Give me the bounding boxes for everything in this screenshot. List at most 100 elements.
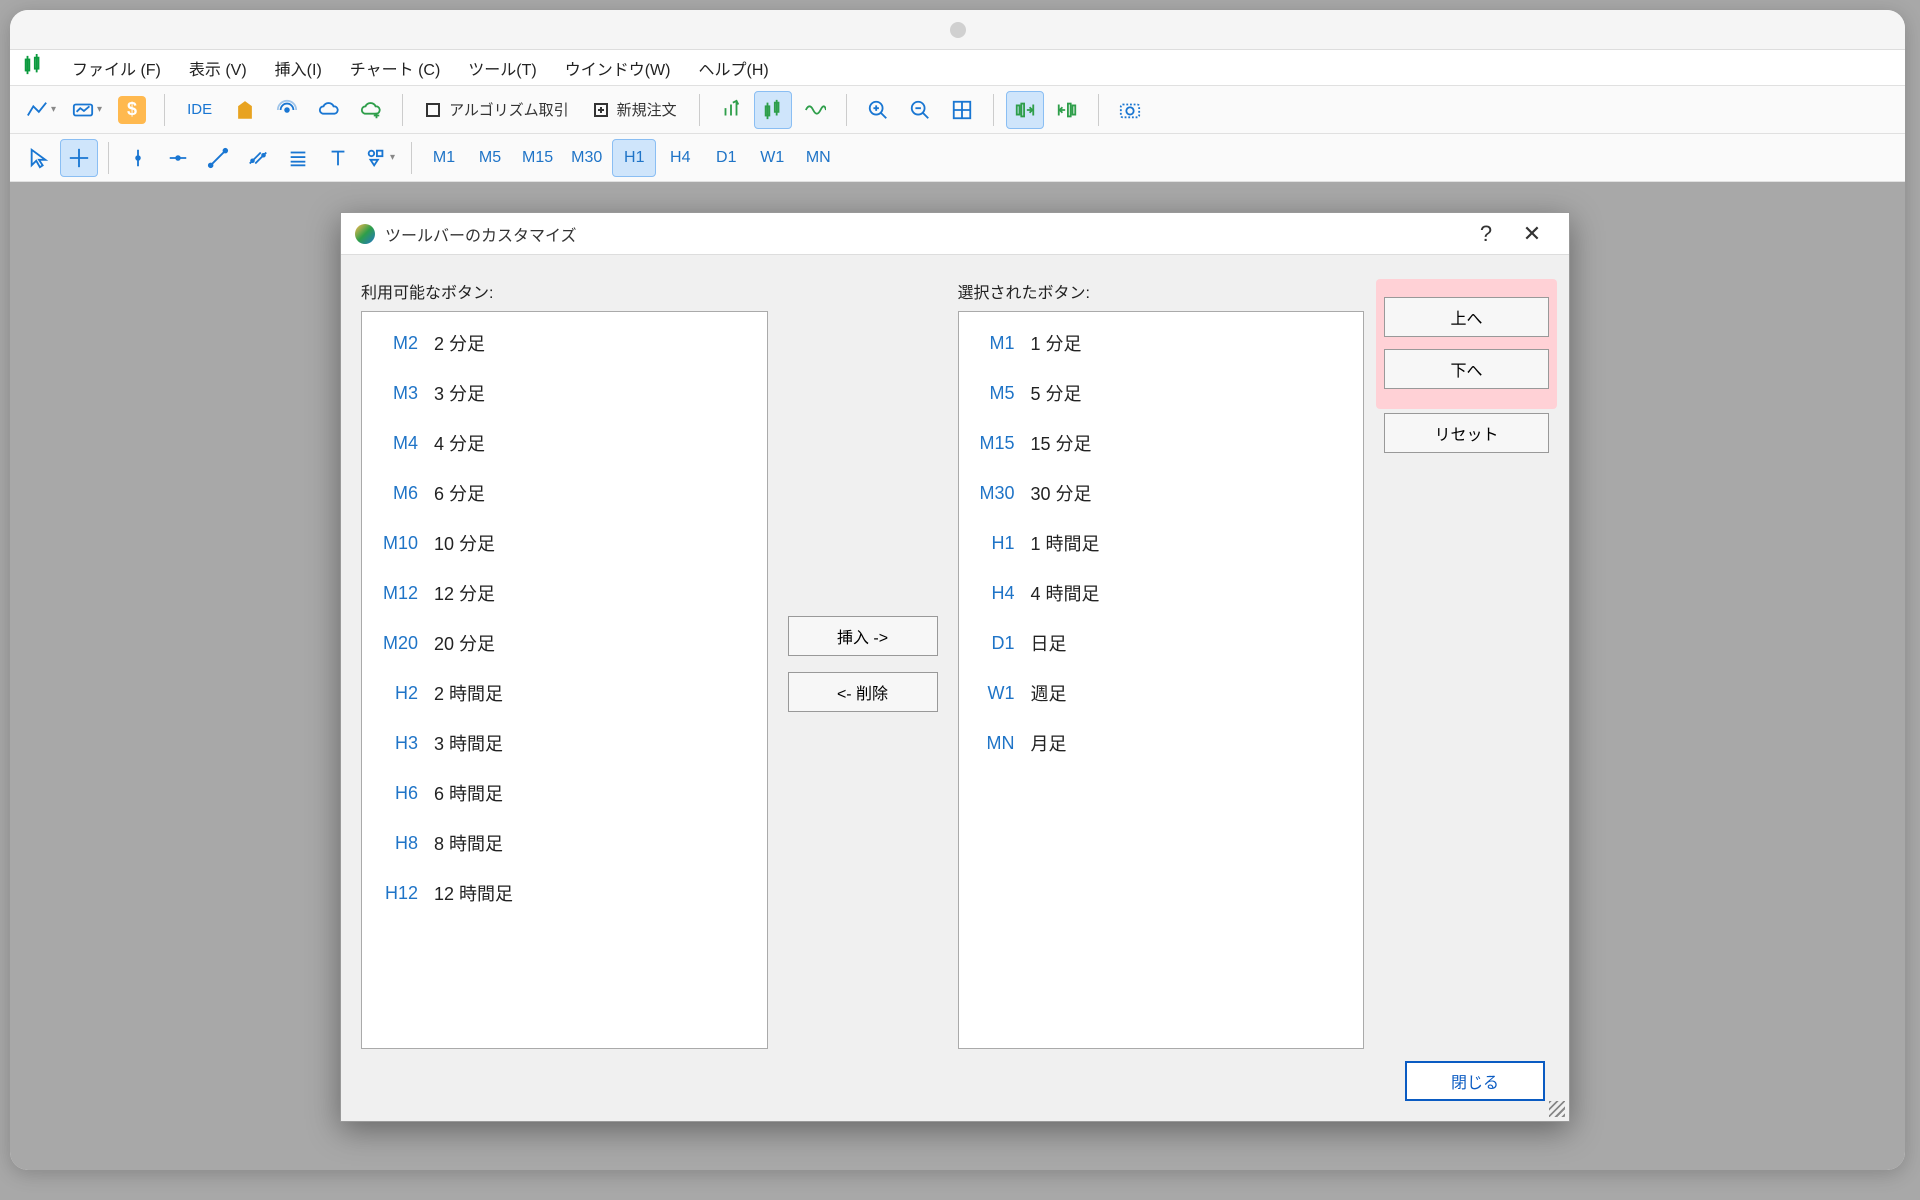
remove-button[interactable]: <- 削除 bbox=[788, 672, 938, 712]
ide-button[interactable]: IDE bbox=[177, 91, 222, 129]
help-button[interactable]: ? bbox=[1463, 213, 1509, 255]
item-label: 日足 bbox=[1031, 630, 1067, 656]
signal-icon[interactable] bbox=[268, 91, 306, 129]
list-item[interactable]: M2020 分足 bbox=[362, 618, 767, 668]
timeframe-m15[interactable]: M15 bbox=[514, 139, 561, 177]
list-item[interactable]: M33 分足 bbox=[362, 368, 767, 418]
timeframe-h4[interactable]: H4 bbox=[658, 139, 702, 177]
line-chart-dropdown[interactable]: ▾ bbox=[20, 91, 62, 129]
zoom-in-icon[interactable] bbox=[859, 91, 897, 129]
menu-insert[interactable]: 挿入(I) bbox=[275, 56, 322, 80]
cursor-icon[interactable] bbox=[20, 139, 58, 177]
item-code: MN bbox=[971, 733, 1019, 754]
insert-button[interactable]: 挿入 -> bbox=[788, 616, 938, 656]
channel-icon[interactable] bbox=[239, 139, 277, 177]
trendline-icon[interactable] bbox=[199, 139, 237, 177]
list-item[interactable]: M1010 分足 bbox=[362, 518, 767, 568]
item-code: M5 bbox=[971, 383, 1019, 404]
cloud-icon[interactable] bbox=[310, 91, 348, 129]
close-button[interactable]: 閉じる bbox=[1405, 1061, 1545, 1101]
close-icon[interactable]: ✕ bbox=[1509, 213, 1555, 255]
timeframe-m5[interactable]: M5 bbox=[468, 139, 512, 177]
list-item[interactable]: H44 時間足 bbox=[959, 568, 1364, 618]
item-code: M30 bbox=[971, 483, 1019, 504]
candles-icon[interactable] bbox=[754, 91, 792, 129]
list-item[interactable]: H8 8 時間足 bbox=[362, 818, 767, 868]
camera-icon[interactable] bbox=[1111, 91, 1149, 129]
item-code: H8 bbox=[374, 833, 422, 854]
list-item[interactable]: M11 分足 bbox=[959, 318, 1364, 368]
selected-listbox[interactable]: M11 分足M55 分足M1515 分足M3030 分足H11 時間足H44 時… bbox=[958, 311, 1365, 1049]
list-item[interactable]: D1 日足 bbox=[959, 618, 1364, 668]
timeframe-d1[interactable]: D1 bbox=[704, 139, 748, 177]
new-order-button[interactable]: 新規注文 bbox=[583, 91, 687, 129]
horizontal-line-icon[interactable] bbox=[159, 139, 197, 177]
move-down-button[interactable]: 下へ bbox=[1384, 349, 1549, 389]
list-item[interactable]: M3030 分足 bbox=[959, 468, 1364, 518]
dialog-icon bbox=[355, 224, 375, 244]
item-label: 20 分足 bbox=[434, 630, 495, 656]
scroll-end-icon[interactable] bbox=[1006, 91, 1044, 129]
wave-icon[interactable] bbox=[796, 91, 834, 129]
resize-grip-icon[interactable] bbox=[1549, 1101, 1565, 1117]
available-listbox[interactable]: M2 2 分足 M33 分足M44 分足M66 分足M1010 分足M1212 分足… bbox=[361, 311, 768, 1049]
item-label: 12 分足 bbox=[434, 580, 495, 606]
indicator-dropdown[interactable]: ▾ bbox=[66, 91, 108, 129]
algo-trading-button[interactable]: アルゴリズム取引 bbox=[415, 91, 579, 129]
item-code: M2 bbox=[374, 333, 422, 354]
menu-chart[interactable]: チャート (C) bbox=[350, 56, 441, 80]
selected-label: 選択されたボタン: bbox=[958, 279, 1365, 303]
timeframe-h1[interactable]: H1 bbox=[612, 139, 656, 177]
scroll-start-icon[interactable] bbox=[1048, 91, 1086, 129]
menu-tool[interactable]: ツール(T) bbox=[468, 56, 536, 80]
dollar-icon[interactable]: $ bbox=[112, 91, 152, 129]
algo-trading-label: アルゴリズム取引 bbox=[449, 99, 569, 120]
main-toolbar: ▾ ▾ $ IDE アルゴリズム取引 新規注文 bbox=[10, 86, 1905, 134]
menu-window[interactable]: ウインドウ(W) bbox=[565, 56, 671, 80]
timeframe-m1[interactable]: M1 bbox=[422, 139, 466, 177]
list-item[interactable]: M66 分足 bbox=[362, 468, 767, 518]
list-item[interactable]: H11 時間足 bbox=[959, 518, 1364, 568]
list-item[interactable]: MN月足 bbox=[959, 718, 1364, 768]
new-order-label: 新規注文 bbox=[617, 99, 677, 120]
fibonacci-icon[interactable] bbox=[279, 139, 317, 177]
shapes-dropdown[interactable]: ▾ bbox=[359, 139, 401, 177]
reset-button[interactable]: リセット bbox=[1384, 413, 1549, 453]
item-code: M6 bbox=[374, 483, 422, 504]
item-label: 2 分足 bbox=[434, 330, 485, 356]
item-code: H2 bbox=[374, 683, 422, 704]
text-icon[interactable] bbox=[319, 139, 357, 177]
app-window: ファイル (F) 表示 (V) 挿入(I) チャート (C) ツール(T) ウイ… bbox=[10, 10, 1905, 1170]
menu-file[interactable]: ファイル (F) bbox=[72, 56, 161, 80]
titlebar-handle-icon bbox=[950, 22, 966, 38]
list-item[interactable]: M2 2 分足 bbox=[362, 318, 767, 368]
list-item[interactable]: M55 分足 bbox=[959, 368, 1364, 418]
cloud-plus-icon[interactable] bbox=[352, 91, 390, 129]
menu-help[interactable]: ヘルプ(H) bbox=[698, 56, 768, 80]
item-label: 3 時間足 bbox=[434, 730, 503, 756]
list-item[interactable]: H22 時間足 bbox=[362, 668, 767, 718]
item-label: 8 時間足 bbox=[434, 830, 503, 856]
list-item[interactable]: W1週足 bbox=[959, 668, 1364, 718]
timeframe-w1[interactable]: W1 bbox=[750, 139, 794, 177]
item-label: 12 時間足 bbox=[434, 880, 513, 906]
market-icon[interactable] bbox=[226, 91, 264, 129]
zoom-out-icon[interactable] bbox=[901, 91, 939, 129]
menu-view[interactable]: 表示 (V) bbox=[189, 56, 247, 80]
bars-up-icon[interactable] bbox=[712, 91, 750, 129]
timeframe-m30[interactable]: M30 bbox=[563, 139, 610, 177]
timeframe-mn[interactable]: MN bbox=[796, 139, 840, 177]
vertical-line-icon[interactable] bbox=[119, 139, 157, 177]
list-item[interactable]: H66 時間足 bbox=[362, 768, 767, 818]
menubar: ファイル (F) 表示 (V) 挿入(I) チャート (C) ツール(T) ウイ… bbox=[10, 50, 1905, 86]
move-up-button[interactable]: 上へ bbox=[1384, 297, 1549, 337]
list-item[interactable]: M1515 分足 bbox=[959, 418, 1364, 468]
grid-icon[interactable] bbox=[943, 91, 981, 129]
list-item[interactable]: M1212 分足 bbox=[362, 568, 767, 618]
list-item[interactable]: M44 分足 bbox=[362, 418, 767, 468]
dialog-title: ツールバーのカスタマイズ bbox=[385, 222, 1463, 246]
item-code: D1 bbox=[971, 633, 1019, 654]
crosshair-icon[interactable] bbox=[60, 139, 98, 177]
list-item[interactable]: H33 時間足 bbox=[362, 718, 767, 768]
list-item[interactable]: H1212 時間足 bbox=[362, 868, 767, 918]
